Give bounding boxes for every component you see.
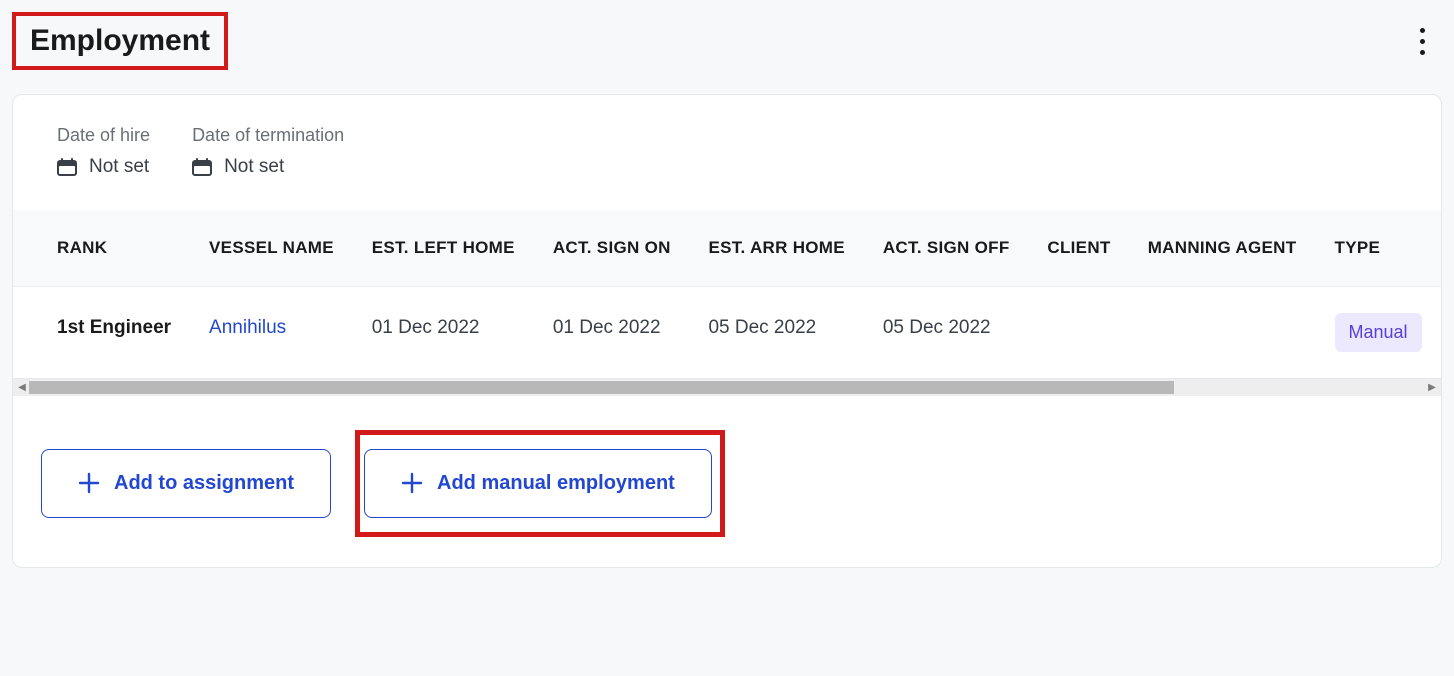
cell-act-sign-off: 05 Dec 2022 bbox=[865, 287, 1030, 378]
horizontal-scrollbar[interactable]: ◀ ▶ bbox=[13, 378, 1441, 396]
cell-manning bbox=[1130, 287, 1317, 378]
scroll-left-icon[interactable]: ◀ bbox=[15, 378, 29, 396]
table-row[interactable]: 1st Engineer Annihilus 01 Dec 2022 01 De… bbox=[13, 287, 1441, 378]
cell-est-arr: 05 Dec 2022 bbox=[690, 287, 864, 378]
date-of-hire-value: Not set bbox=[89, 156, 149, 178]
more-vertical-icon[interactable] bbox=[1414, 21, 1442, 61]
employment-table: RANK VESSEL NAME EST. LEFT HOME ACT. SIG… bbox=[13, 210, 1441, 378]
date-of-hire-block: Date of hire Not set bbox=[57, 125, 150, 178]
cell-client bbox=[1029, 287, 1129, 378]
cell-act-sign-on: 01 Dec 2022 bbox=[535, 287, 691, 378]
date-of-termination-label: Date of termination bbox=[192, 125, 344, 146]
vessel-link[interactable]: Annihilus bbox=[209, 317, 286, 338]
col-manning[interactable]: MANNING AGENT bbox=[1130, 210, 1317, 287]
type-badge: Manual bbox=[1335, 313, 1422, 352]
scrollbar-thumb[interactable] bbox=[29, 381, 1174, 394]
col-type[interactable]: TYPE bbox=[1317, 210, 1441, 287]
employment-table-wrapper: RANK VESSEL NAME EST. LEFT HOME ACT. SIG… bbox=[13, 210, 1441, 378]
add-to-assignment-button[interactable]: Add to assignment bbox=[41, 449, 331, 518]
highlight-box: Add manual employment bbox=[355, 430, 725, 537]
plus-icon bbox=[401, 472, 423, 494]
date-of-hire-label: Date of hire bbox=[57, 125, 150, 146]
add-manual-employment-label: Add manual employment bbox=[437, 472, 675, 495]
date-of-termination-value: Not set bbox=[224, 156, 284, 178]
date-of-termination-block: Date of termination Not set bbox=[192, 125, 344, 178]
actions-row: Add to assignment Add manual employment bbox=[13, 396, 1441, 567]
col-act-sign-on[interactable]: ACT. SIGN ON bbox=[535, 210, 691, 287]
scroll-right-icon[interactable]: ▶ bbox=[1425, 378, 1439, 396]
cell-rank: 1st Engineer bbox=[13, 287, 191, 378]
page-title: Employment bbox=[12, 12, 228, 70]
add-manual-employment-button[interactable]: Add manual employment bbox=[364, 449, 712, 518]
col-act-sign-off[interactable]: ACT. SIGN OFF bbox=[865, 210, 1030, 287]
add-to-assignment-label: Add to assignment bbox=[114, 472, 294, 495]
col-est-left[interactable]: EST. LEFT HOME bbox=[354, 210, 535, 287]
col-rank[interactable]: RANK bbox=[13, 210, 191, 287]
col-vessel[interactable]: VESSEL NAME bbox=[191, 210, 354, 287]
calendar-icon bbox=[57, 158, 77, 176]
plus-icon bbox=[78, 472, 100, 494]
col-client[interactable]: CLIENT bbox=[1029, 210, 1129, 287]
info-section: Date of hire Not set Date of termination bbox=[13, 95, 1441, 210]
col-est-arr[interactable]: EST. ARR HOME bbox=[690, 210, 864, 287]
cell-est-left: 01 Dec 2022 bbox=[354, 287, 535, 378]
calendar-icon bbox=[192, 158, 212, 176]
employment-card: Date of hire Not set Date of termination bbox=[12, 94, 1442, 568]
